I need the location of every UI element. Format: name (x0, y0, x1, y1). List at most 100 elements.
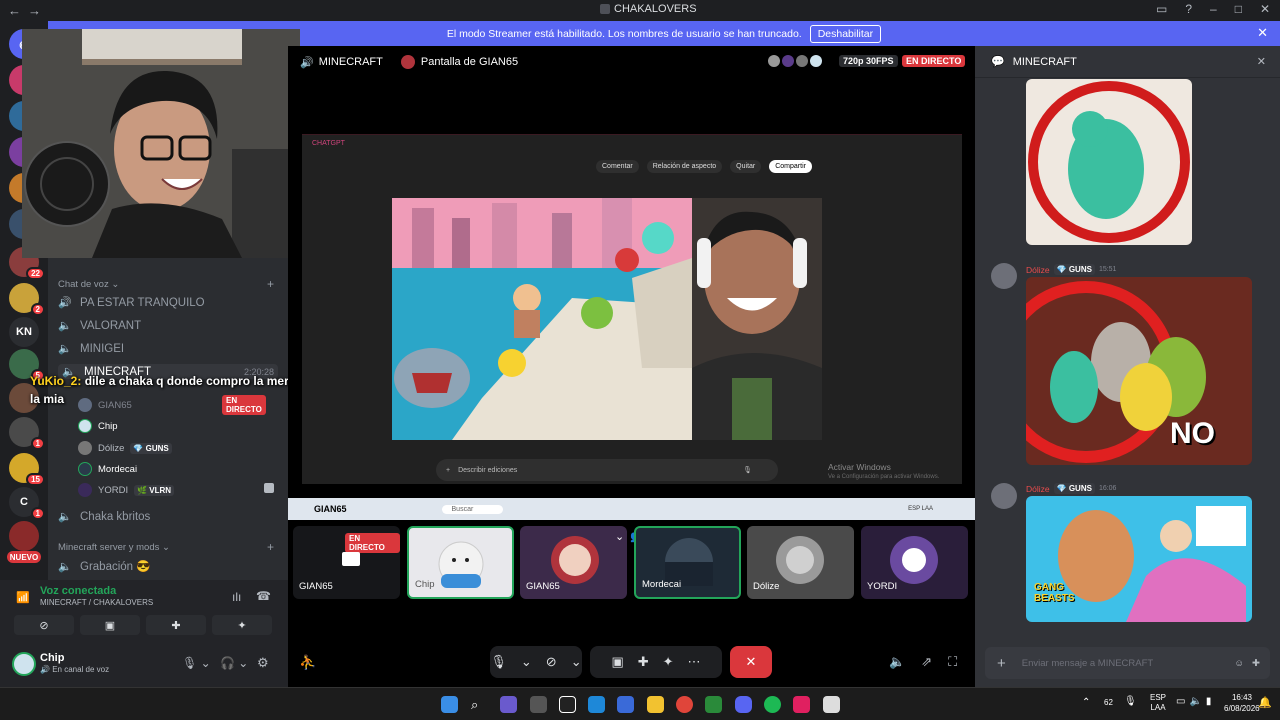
aspect-ratio-button[interactable]: Relación de aspecto (646, 160, 723, 173)
emoji-icon[interactable]: ☺ (1234, 658, 1244, 669)
channel-minigei[interactable]: 🔈 MINIGEI (58, 342, 278, 356)
tray-chevron-icon[interactable]: ⌃ (1082, 697, 1090, 708)
camera-off-icon[interactable]: ⊘ (546, 654, 557, 670)
minecraft-section-header[interactable]: Minecraft server y mods ⌄ (58, 542, 170, 553)
tile-gian65-stream[interactable]: EN DIRECTO GIAN65 (293, 526, 400, 599)
mic-tray-icon[interactable]: 🎙 (1124, 696, 1137, 707)
forward-arrow-icon[interactable]: → (28, 3, 41, 18)
tiktok-studio-icon[interactable] (793, 696, 810, 713)
message-author[interactable]: Dólize (1026, 265, 1050, 275)
add-icon[interactable]: + (446, 467, 450, 474)
headphones-icon[interactable]: 🎧 ⌄ (220, 656, 248, 670)
settings-gear-icon[interactable]: ⚙ (257, 655, 269, 671)
close-chat-icon[interactable]: ✕ (1257, 55, 1266, 68)
close-banner-icon[interactable]: ✕ (1257, 25, 1268, 41)
server-c[interactable]: C1 (9, 487, 45, 520)
tiktok-icon[interactable] (559, 696, 576, 713)
voice-status[interactable]: Voz conectada (40, 585, 116, 597)
minimize-icon[interactable]: – (1210, 2, 1217, 16)
soundboard-icon[interactable]: ✦ (663, 654, 674, 670)
tray-icons[interactable]: ▭ 🔈 ▮ (1176, 696, 1211, 707)
apps-icon[interactable]: ✚ (1252, 658, 1260, 669)
chevron-down-icon[interactable]: ⌄ (571, 654, 582, 670)
mic-icon[interactable]: 🎙 (743, 466, 752, 474)
channel-chaka-kbritos[interactable]: 🔈 Chaka kbritos (58, 510, 278, 524)
clock[interactable]: 16:43 6/08/2026 (1224, 692, 1260, 714)
tile-chip[interactable]: Chip (407, 526, 514, 599)
notification-bell-icon[interactable]: 🔔 (1258, 696, 1272, 709)
screen-share-icon[interactable]: ▣ (611, 654, 623, 670)
voice-user-chip[interactable]: Chip (78, 419, 118, 433)
volume-icon[interactable]: 🔈 (889, 654, 905, 670)
back-arrow-icon[interactable]: ← (8, 3, 21, 18)
share-control[interactable]: ▣ ✚ ✦ ⋯ (590, 646, 722, 678)
add-channel-icon[interactable]: + (267, 540, 274, 554)
battery-icon[interactable]: ▮ (1206, 696, 1212, 707)
tile-mordecai[interactable]: Mordecai (634, 526, 741, 599)
add-channel-icon[interactable]: + (267, 277, 274, 291)
tile-gian65[interactable]: GIAN65 (520, 526, 627, 599)
user-avatar[interactable] (12, 652, 36, 676)
voice-user-mordecai[interactable]: Mordecai (78, 462, 137, 476)
chat-image-top[interactable] (1026, 79, 1192, 245)
chevron-down-icon[interactable]: ⌄ (521, 654, 532, 670)
xbox-icon[interactable] (705, 696, 722, 713)
voice-user-yordi[interactable]: YORDI 🌿 VLRN (78, 483, 274, 497)
folder-icon[interactable] (647, 696, 664, 713)
disable-streamer-button[interactable]: Deshabilitar (809, 24, 882, 43)
popout-icon[interactable]: ⇗ (921, 654, 932, 670)
screen-share-button[interactable]: ▣ (80, 615, 140, 635)
user-name[interactable]: Chip (40, 652, 64, 664)
share-button[interactable]: Compartir (769, 160, 812, 173)
soundboard-button[interactable]: ✦ (212, 615, 272, 635)
message-author[interactable]: Dólize (1026, 484, 1050, 494)
tile-dolize[interactable]: Dólize (747, 526, 854, 599)
discord-icon[interactable] (735, 696, 752, 713)
disconnect-icon[interactable]: ☎ (256, 589, 271, 603)
end-call-button[interactable]: ✕ (730, 646, 772, 678)
viewer-avatars[interactable] (768, 55, 822, 67)
store-icon[interactable] (617, 696, 634, 713)
server-icon[interactable]: 2 (9, 283, 45, 316)
more-icon[interactable]: ⋯ (688, 654, 701, 670)
app-icon[interactable] (530, 696, 547, 713)
search-icon[interactable]: ⌕ (471, 696, 488, 713)
server-icon[interactable]: 1 (9, 417, 45, 450)
message-input[interactable]: + Enviar mensaje a MINECRAFT ☺ ✚ (985, 647, 1270, 679)
expand-chevron-icon[interactable]: ⌄ (615, 530, 624, 543)
inbox-icon[interactable]: ▭ (1156, 2, 1167, 16)
channel-valorant[interactable]: 🔈 VALORANT (58, 319, 278, 333)
chat-image-1[interactable]: NO (1026, 277, 1252, 465)
voice-section-header[interactable]: Chat de voz ⌄ (58, 279, 119, 290)
remove-button[interactable]: Quitar (730, 160, 762, 173)
attach-plus-icon[interactable]: + (997, 655, 1006, 672)
start-icon[interactable] (441, 696, 458, 713)
noise-suppression-icon[interactable]: ılı (232, 590, 241, 604)
chrome-icon[interactable] (676, 696, 693, 713)
maximize-icon[interactable]: □ (1235, 2, 1242, 16)
notepad-icon[interactable] (823, 696, 840, 713)
comment-button[interactable]: Comentar (596, 160, 639, 173)
server-icon[interactable]: 15 (9, 453, 45, 486)
prompt-input[interactable]: + Describir ediciones 🎙 (436, 459, 778, 481)
channel-grabacion[interactable]: 🔈 Grabación 😎 (58, 559, 278, 574)
voice-location[interactable]: MINECRAFT / CHAKALOVERS (40, 598, 153, 607)
language-indicator[interactable]: ESP LAA (1150, 693, 1166, 713)
mic-control[interactable]: 🎙 ⌄ ⊘ ⌄ (490, 646, 582, 678)
close-window-icon[interactable]: ✕ (1260, 2, 1270, 16)
microphone-icon[interactable]: 🎙 (490, 654, 507, 670)
channel-pa-estar-tranquilo[interactable]: 🔊 PA ESTAR TRANQUILO (58, 296, 278, 310)
activities-button[interactable]: ✚ (146, 615, 206, 635)
network-icon[interactable]: ▭ (1176, 696, 1185, 707)
activities-icon[interactable]: ✚ (638, 654, 649, 670)
server-kn[interactable]: KN (9, 317, 39, 347)
tile-yordi[interactable]: YORDI (861, 526, 968, 599)
camera-off-button[interactable]: ⊘ (14, 615, 74, 635)
edge-icon[interactable] (588, 696, 605, 713)
spotify-icon[interactable] (764, 696, 781, 713)
server-icon[interactable] (9, 521, 39, 551)
app-icon[interactable] (500, 696, 517, 713)
help-icon[interactable]: ? (1185, 2, 1192, 16)
add-person-icon[interactable]: ⛹ (299, 654, 316, 671)
fullscreen-icon[interactable]: ⛶ (948, 654, 957, 670)
